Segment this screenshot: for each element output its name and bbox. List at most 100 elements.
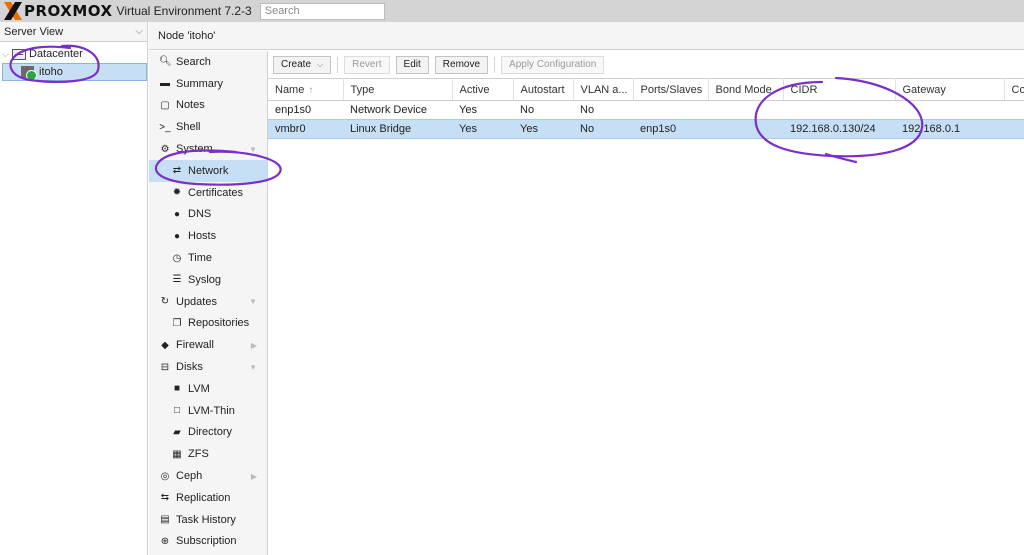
view-selector[interactable]: Server View ⌵	[0, 22, 147, 42]
column-header-gateway[interactable]: Gateway	[895, 78, 1005, 101]
hdd-icon: ⊟	[160, 361, 170, 373]
table-cell: Yes	[513, 119, 573, 139]
table-cell: No	[580, 104, 595, 116]
clock-icon: ◷	[172, 252, 182, 264]
support-icon: ⊕	[160, 535, 170, 547]
apply-configuration-button[interactable]: Apply Configuration	[501, 55, 605, 74]
table-cell: 192.168.0.1	[895, 119, 1004, 139]
chevron-right-icon[interactable]: ▶	[251, 472, 257, 481]
chevron-down-icon: ⌵	[135, 26, 143, 37]
table-cell: Linux Bridge	[343, 119, 452, 139]
refresh-icon: ↻	[160, 296, 170, 308]
menu-item-label: Subscription	[176, 535, 237, 548]
chevron-down-icon[interactable]: ▼	[249, 363, 257, 372]
menu-item-repositories[interactable]: ❐ Repositories	[149, 313, 267, 335]
column-header-label: Name	[275, 83, 305, 96]
menu-item-lvm[interactable]: ■ LVM	[149, 378, 267, 400]
menu-item-lvm-thin[interactable]: □ LVM-Thin	[149, 400, 267, 422]
create-button[interactable]: Create ⌵	[273, 55, 332, 74]
menu-item-task-history[interactable]: ▤ Task History	[149, 509, 267, 531]
table-row[interactable]: vmbr0 Linux Bridge Yes Yes No enp1s0 192.168.0…	[268, 119, 1024, 139]
column-header-type[interactable]: Type	[343, 78, 453, 101]
menu-item-label: Certificates	[188, 186, 244, 199]
table-cell: enp1s0	[275, 104, 312, 116]
collapse-toggle-icon[interactable]: ⌵	[2, 49, 10, 60]
chevron-right-icon[interactable]: ▶	[251, 341, 257, 350]
column-header-name[interactable]: Name ↑	[268, 78, 344, 101]
menu-item-system[interactable]: ⚙ System ▼	[149, 138, 267, 160]
menu-item-label: Replication	[176, 491, 231, 504]
menu-item-label: Disks	[176, 361, 203, 374]
table-row[interactable]: enp1s0 Network Device Yes No No	[268, 101, 1024, 120]
menu-item-updates[interactable]: ↻ Updates ▼	[149, 291, 267, 313]
tree-item-label: itoho	[39, 66, 63, 78]
chevron-down-icon[interactable]: ▼	[249, 145, 257, 154]
toolbar-separator	[494, 56, 496, 73]
certificate-icon: ✹	[172, 187, 182, 199]
menu-item-disks[interactable]: ⊟ Disks ▼	[149, 356, 267, 378]
column-header-label: CIDR	[790, 83, 818, 96]
menu-item-replication[interactable]: ⇆ Replication	[149, 487, 267, 509]
terminal-icon: >_	[159, 121, 171, 133]
column-header-autostart[interactable]: Autostart	[513, 78, 574, 101]
table-cell: 192.168.0.130/24	[783, 119, 895, 139]
menu-item-directory[interactable]: ▰ Directory	[149, 422, 267, 444]
table-cell: Yes	[459, 104, 477, 116]
menu-item-ceph[interactable]: ◎ Ceph ▶	[149, 465, 267, 487]
tree-item-node[interactable]: itoho	[2, 63, 147, 81]
menu-item-notes[interactable]: ▢ Notes	[149, 95, 267, 117]
menu-item-zfs[interactable]: ▦ ZFS	[149, 443, 267, 465]
menu-item-label: Search	[176, 55, 211, 68]
square-icon: ■	[173, 383, 181, 395]
column-header-active[interactable]: Active	[452, 78, 514, 101]
resource-tree: Server View ⌵ ⌵ Datacenter itoho	[0, 22, 148, 555]
table-cell: No	[520, 104, 535, 116]
menu-item-label: Time	[188, 252, 213, 265]
menu-item-hosts[interactable]: ● Hosts	[149, 225, 267, 247]
column-header-co[interactable]: Co	[1004, 78, 1024, 101]
table-cell: Yes	[452, 119, 513, 139]
chevron-down-icon[interactable]: ▼	[249, 297, 257, 306]
tree-item-datacenter[interactable]: ⌵ Datacenter	[0, 45, 147, 63]
menu-item-syslog[interactable]: ☰ Syslog	[149, 269, 267, 291]
proxmox-logo[interactable]: PROXMOX	[2, 0, 113, 22]
revert-button[interactable]: Revert	[344, 55, 390, 74]
view-selector-label: Server View	[4, 25, 64, 38]
remove-button[interactable]: Remove	[434, 55, 489, 74]
column-header-label: Bond Mode	[715, 83, 772, 96]
table-header-row: Name ↑ Type Active Autostart VLAN a... Ports/S…	[268, 78, 1024, 101]
menu-item-time[interactable]: ◷ Time	[149, 247, 267, 269]
table-cell	[1004, 101, 1024, 120]
notes-icon: ▢	[160, 99, 170, 111]
list-icon: ☰	[172, 274, 182, 286]
menu-item-label: Task History	[176, 513, 236, 526]
retweet-icon: ⇆	[160, 492, 170, 504]
menu-item-certificates[interactable]: ✹ Certificates	[149, 182, 267, 204]
menu-item-network[interactable]: ⇄ Network	[149, 159, 267, 182]
menu-item-firewall[interactable]: ◆ Firewall ▶	[149, 334, 267, 356]
column-header-label: VLAN a...	[580, 83, 628, 96]
menu-item-label: Shell	[176, 121, 201, 134]
column-header-vlan-a[interactable]: VLAN a...	[573, 78, 634, 101]
product-version: Virtual Environment 7.2-3	[116, 4, 252, 18]
global-search-input[interactable]	[259, 2, 385, 20]
menu-item-label: ZFS	[188, 448, 209, 461]
menu-item-shell[interactable]: >_ Shell	[149, 116, 267, 138]
menu-item-label: Repositories	[188, 317, 250, 330]
book-icon: ▬	[160, 78, 170, 90]
search-icon: 🔍︎	[159, 56, 172, 68]
menu-item-summary[interactable]: ▬ Summary	[149, 73, 267, 95]
column-header-cidr[interactable]: CIDR	[783, 78, 896, 101]
ceph-icon: ◎	[160, 470, 170, 482]
menu-item-subscription[interactable]: ⊕ Subscription	[149, 531, 267, 553]
column-header-bond-mode[interactable]: Bond Mode	[708, 78, 784, 101]
node-online-icon	[21, 66, 37, 81]
proxmox-x-icon	[4, 2, 22, 20]
menu-item-search[interactable]: 🔍︎ Search	[149, 51, 267, 73]
menu-item-label: LVM	[188, 382, 210, 395]
edit-button[interactable]: Edit	[395, 55, 429, 74]
column-header-ports-slaves[interactable]: Ports/Slaves	[633, 78, 709, 101]
menu-item-dns[interactable]: ● DNS	[149, 204, 267, 226]
table-cell	[783, 101, 895, 120]
globe-icon: ●	[173, 230, 181, 242]
